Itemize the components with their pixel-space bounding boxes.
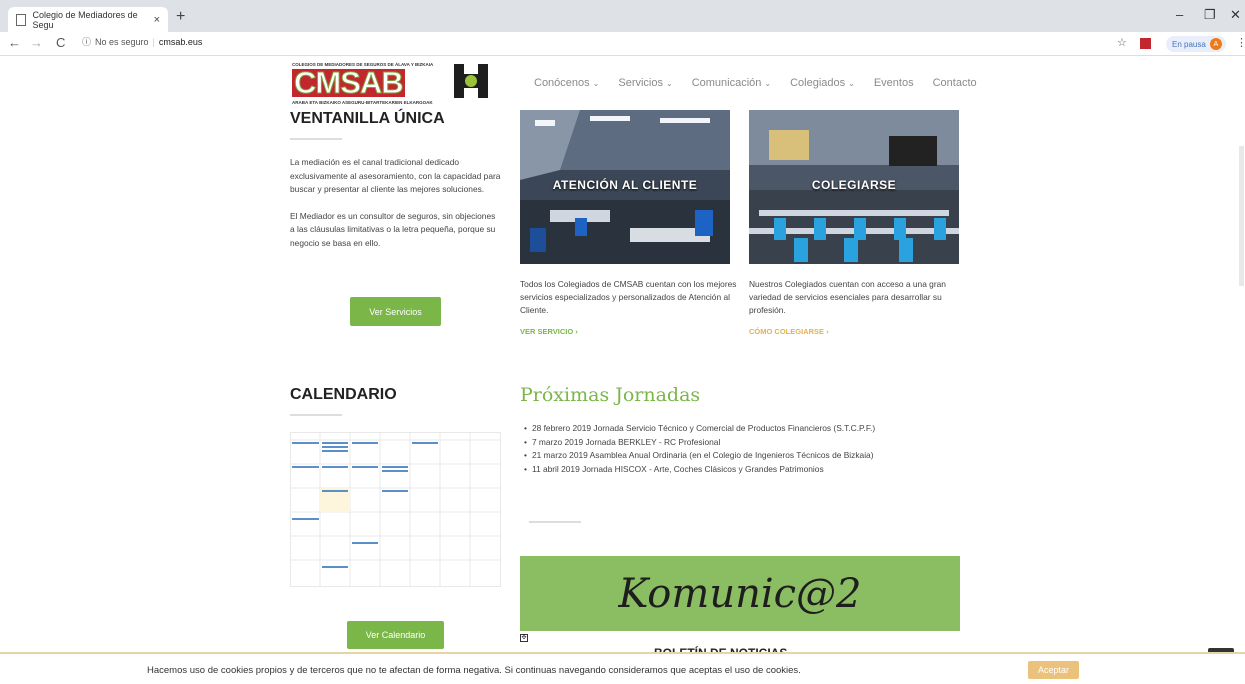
- expand-icon[interactable]: ✣: [520, 634, 528, 642]
- atencion-card-text: Todos los Colegiados de CMSAB cuentan co…: [520, 279, 737, 315]
- security-label: No es seguro: [95, 36, 149, 47]
- browser-tab[interactable]: Colegio de Mediadores de Segu ×: [8, 7, 168, 32]
- como-colegiarse-link[interactable]: CÓMO COLEGIARSE ›: [749, 327, 829, 336]
- tab-close-icon[interactable]: ×: [154, 14, 160, 26]
- section-divider: [529, 521, 581, 523]
- chevron-down-icon: ⌄: [764, 79, 772, 88]
- address-bar[interactable]: ⓘ No es seguro | cmsab.eus: [82, 35, 202, 48]
- profile-pause-button[interactable]: En pausa A: [1166, 36, 1226, 52]
- colegiarse-card-text: Nuestros Colegiados cuentan con acceso a…: [749, 279, 946, 315]
- nav-item-eventos[interactable]: Eventos: [874, 77, 914, 89]
- nav-item-contacto[interactable]: Contacto: [933, 77, 977, 89]
- chevron-down-icon: ⌄: [665, 79, 673, 88]
- browser-tabbar: Colegio de Mediadores de Segu × + – ❐ ✕: [0, 0, 1245, 32]
- title-divider: [290, 138, 342, 140]
- menu-dots-icon[interactable]: ⋮: [1236, 36, 1245, 49]
- browser-toolbar: ← → C ⓘ No es seguro | cmsab.eus ☆ En pa…: [0, 32, 1245, 56]
- minimize-button[interactable]: –: [1176, 7, 1183, 22]
- nav-label: Comunicación: [691, 77, 762, 89]
- jornadas-title: Próximas Jornadas: [520, 384, 701, 406]
- ventanilla-paragraph-1: La mediación es el canal tradicional ded…: [290, 157, 501, 194]
- scrollbar-thumb[interactable]: [1239, 146, 1244, 286]
- komunica-banner[interactable]: Komunic@2: [520, 556, 960, 631]
- logo-bottom-text: ARABA ETA BIZKAIKO ASEGURU-BITARTEKARIEN…: [292, 100, 433, 105]
- pdf-extension-icon[interactable]: [1140, 38, 1151, 49]
- section-title: CALENDARIO: [290, 386, 397, 403]
- logo-mark-icon: [454, 64, 488, 98]
- url-text: cmsab.eus: [158, 36, 203, 47]
- info-icon[interactable]: ⓘ: [82, 35, 91, 48]
- nav-item-conocenos[interactable]: Conócenos ⌄: [534, 77, 599, 89]
- calendar-widget[interactable]: [290, 432, 501, 587]
- nav-item-servicios[interactable]: Servicios ⌄: [618, 77, 672, 89]
- ver-calendario-button[interactable]: Ver Calendario: [347, 621, 444, 649]
- star-icon[interactable]: ☆: [1117, 36, 1127, 49]
- card-title: COLEGIARSE: [811, 178, 897, 192]
- title-divider: [290, 414, 342, 416]
- nav-label: Conócenos: [534, 77, 590, 89]
- calendario-section: CALENDARIO: [290, 386, 502, 416]
- site-logo[interactable]: COLEGIOS DE MEDIADORES DE SEGUROS DE ÁLA…: [292, 62, 498, 110]
- forward-arrow-icon[interactable]: →: [30, 35, 43, 50]
- atencion-cliente-image[interactable]: ATENCIÓN AL CLIENTE: [520, 110, 730, 264]
- chevron-down-icon: ⌄: [848, 79, 855, 88]
- cookie-banner: Hacemos uso de cookies propios y de terc…: [0, 652, 1245, 684]
- calendar-grid: [290, 432, 501, 587]
- close-window-button[interactable]: ✕: [1230, 7, 1241, 23]
- nav-label: Eventos: [873, 77, 914, 89]
- nav-label: Servicios: [618, 77, 663, 89]
- ver-servicio-link[interactable]: VER SERVICIO ›: [520, 327, 578, 336]
- chevron-down-icon: ⌄: [592, 79, 600, 88]
- main-nav: Conócenos ⌄ Servicios ⌄ Comunicación ⌄ Cole…: [534, 77, 977, 89]
- nav-label: Colegiados: [790, 77, 846, 89]
- logo-main-text: CMSAB: [292, 65, 405, 100]
- nav-item-colegiados[interactable]: Colegiados ⌄: [790, 77, 855, 89]
- card-title: ATENCIÓN AL CLIENTE: [552, 178, 698, 192]
- ver-servicios-button[interactable]: Ver Servicios: [350, 297, 441, 326]
- list-item[interactable]: 11 abril 2019 Jornada HISCOX - Arte, Coc…: [524, 463, 875, 477]
- ventanilla-paragraph-2: El Mediador es un consultor de seguros, …: [290, 210, 496, 248]
- jornadas-list: 28 febrero 2019 Jornada Servicio Técnico…: [524, 422, 875, 476]
- pause-label: En pausa: [1172, 39, 1206, 49]
- avatar: A: [1209, 38, 1222, 50]
- back-arrow-icon[interactable]: ←: [8, 35, 21, 50]
- cookie-text: Hacemos uso de cookies propios y de terc…: [147, 665, 801, 676]
- ventanilla-section: VENTANILLA ÚNICA La mediación es el cana…: [290, 110, 502, 250]
- list-item[interactable]: 21 marzo 2019 Asamblea Anual Ordinaria (…: [524, 449, 875, 463]
- new-tab-button[interactable]: +: [176, 8, 185, 26]
- nav-item-comunicacion[interactable]: Comunicación ⌄: [692, 77, 771, 89]
- list-item[interactable]: 7 marzo 2019 Jornada BERKLEY - RC Profes…: [524, 436, 875, 450]
- nav-label: Contacto: [932, 77, 977, 89]
- maximize-button[interactable]: ❐: [1204, 7, 1216, 23]
- section-title: VENTANILLA ÚNICA: [290, 110, 445, 127]
- list-item[interactable]: 28 febrero 2019 Jornada Servicio Técnico…: [524, 422, 875, 436]
- page-scrollbar[interactable]: [1238, 56, 1245, 652]
- tab-title: Colegio de Mediadores de Segu: [32, 9, 138, 30]
- accept-cookies-button[interactable]: Aceptar: [1028, 661, 1079, 679]
- reload-icon[interactable]: C: [56, 35, 65, 50]
- page-icon: [16, 13, 26, 26]
- colegiarse-image[interactable]: COLEGIARSE: [749, 110, 959, 264]
